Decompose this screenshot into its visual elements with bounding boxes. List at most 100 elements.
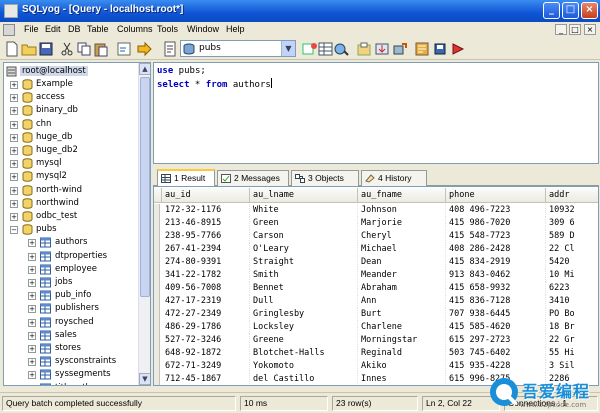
column-header-phone[interactable]: phone bbox=[446, 188, 546, 203]
expand-icon[interactable]: + bbox=[28, 265, 36, 274]
menu-edit[interactable]: Edit bbox=[45, 24, 61, 34]
grid-cell[interactable]: 22 Cl bbox=[546, 243, 598, 256]
grid-cell[interactable]: 486-29-1786 bbox=[162, 321, 250, 334]
column-header-au-lname[interactable]: au_lname bbox=[250, 188, 358, 203]
grid-cell[interactable]: 472-27-2349 bbox=[162, 308, 250, 321]
copy-icon[interactable] bbox=[76, 41, 92, 57]
grid-cell[interactable]: 409-56-7008 bbox=[162, 282, 250, 295]
expand-icon[interactable]: + bbox=[10, 186, 18, 195]
grid-cell[interactable]: 3410 bbox=[546, 295, 598, 308]
grid-cell[interactable]: Abraham bbox=[358, 282, 446, 295]
tab-messages[interactable]: 2 Messages bbox=[217, 170, 289, 186]
query-window-icon[interactable] bbox=[3, 24, 15, 36]
scroll-down-icon[interactable]: ▼ bbox=[139, 373, 150, 385]
grid-cell[interactable]: White bbox=[250, 204, 358, 217]
grid-cell[interactable]: 309 6 bbox=[546, 217, 598, 230]
paste-icon[interactable] bbox=[93, 41, 109, 57]
query-builder-icon[interactable] bbox=[162, 41, 178, 57]
grid-cell[interactable]: Meander bbox=[358, 269, 446, 282]
row-selector[interactable] bbox=[154, 243, 160, 256]
grid-cell[interactable]: Johnson bbox=[358, 204, 446, 217]
menu-help[interactable]: Help bbox=[226, 24, 245, 34]
grid-cell[interactable]: Green bbox=[250, 217, 358, 230]
tab-objects[interactable]: 3 Objects bbox=[291, 170, 359, 186]
expand-icon[interactable]: + bbox=[10, 213, 18, 221]
grid-cell[interactable]: 712-45-1867 bbox=[162, 373, 250, 385]
grid-cell[interactable]: 213-46-8915 bbox=[162, 217, 250, 230]
grid-cell[interactable]: 589 D bbox=[546, 230, 598, 243]
grid-cell[interactable]: 274-80-9391 bbox=[162, 256, 250, 269]
grid-cell[interactable]: 22 Gr bbox=[546, 334, 598, 347]
execute-all-icon[interactable] bbox=[136, 41, 152, 57]
column-header-au-fname[interactable]: au_fname bbox=[358, 188, 446, 203]
grid-cell[interactable]: Marjorie bbox=[358, 217, 446, 230]
grid-cell[interactable]: 18 Br bbox=[546, 321, 598, 334]
grid-cell[interactable]: Carson bbox=[250, 230, 358, 243]
row-selector[interactable] bbox=[154, 282, 160, 295]
tab-result[interactable]: 1 Result bbox=[157, 169, 215, 187]
schema-sync-icon[interactable] bbox=[334, 41, 350, 57]
grid-cell[interactable]: Yokomoto bbox=[250, 360, 358, 373]
close-button[interactable]: × bbox=[581, 2, 598, 19]
menu-file[interactable]: File bbox=[24, 24, 39, 34]
table-data-icon[interactable] bbox=[318, 41, 334, 57]
grid-cell[interactable]: 55 Hi bbox=[546, 347, 598, 360]
grid-cell[interactable]: Straight bbox=[250, 256, 358, 269]
expand-icon[interactable]: + bbox=[28, 292, 36, 301]
expand-icon[interactable]: + bbox=[28, 305, 36, 314]
grid-cell[interactable]: 503 745-6402 bbox=[446, 347, 546, 360]
expand-icon[interactable]: + bbox=[10, 107, 18, 116]
expand-icon[interactable]: + bbox=[28, 318, 36, 327]
result-grid[interactable]: au_id au_lname au_fname phone addr 172-32-117… bbox=[153, 186, 599, 386]
expand-icon[interactable]: + bbox=[28, 358, 36, 367]
grid-cell[interactable]: Cheryl bbox=[358, 230, 446, 243]
execute-query-icon[interactable] bbox=[116, 41, 132, 57]
grid-cell[interactable]: 408 286-2428 bbox=[446, 243, 546, 256]
grid-cell[interactable]: 415 834-2919 bbox=[446, 256, 546, 269]
mdi-minimize-button[interactable]: _ bbox=[555, 24, 567, 35]
grid-cell[interactable]: 427-17-2319 bbox=[162, 295, 250, 308]
expand-icon[interactable]: + bbox=[28, 384, 36, 385]
grid-cell[interactable]: Smith bbox=[250, 269, 358, 282]
open-folder-icon[interactable] bbox=[21, 41, 37, 57]
menu-table[interactable]: Table bbox=[87, 24, 109, 34]
tree-scrollbar[interactable]: ▲ ▼ bbox=[138, 63, 150, 385]
grid-cell[interactable]: 527-72-3246 bbox=[162, 334, 250, 347]
grid-cell[interactable]: 415 585-4620 bbox=[446, 321, 546, 334]
grid-cell[interactable]: Gringlesby bbox=[250, 308, 358, 321]
chevron-down-icon[interactable]: ▼ bbox=[281, 41, 295, 56]
expand-icon[interactable]: + bbox=[28, 252, 36, 261]
save-icon[interactable] bbox=[38, 41, 54, 57]
grid-cell[interactable]: 672-71-3249 bbox=[162, 360, 250, 373]
grid-cell[interactable]: 415 836-7128 bbox=[446, 295, 546, 308]
grid-cell[interactable]: Blotchet-Halls bbox=[250, 347, 358, 360]
expand-icon[interactable]: + bbox=[28, 371, 36, 380]
sqlyog-app-icon[interactable] bbox=[4, 4, 18, 18]
expand-icon[interactable]: + bbox=[10, 81, 18, 89]
grid-cell[interactable]: O'Leary bbox=[250, 243, 358, 256]
expand-icon[interactable]: + bbox=[28, 345, 36, 353]
grid-cell[interactable]: 408 496-7223 bbox=[446, 204, 546, 217]
minimize-button[interactable]: _ bbox=[543, 2, 560, 19]
grid-cell[interactable]: 267-41-2394 bbox=[162, 243, 250, 256]
row-selector[interactable] bbox=[154, 204, 160, 217]
expand-icon[interactable]: + bbox=[28, 279, 36, 287]
expand-icon[interactable]: + bbox=[10, 94, 18, 103]
grid-cell[interactable]: 6223 bbox=[546, 282, 598, 295]
new-file-icon[interactable] bbox=[4, 41, 20, 57]
grid-cell[interactable]: Bennet bbox=[250, 282, 358, 295]
migration-icon[interactable] bbox=[392, 41, 408, 57]
query-editor[interactable]: use pubs; select * from authors bbox=[153, 62, 599, 164]
expand-icon[interactable]: + bbox=[10, 133, 18, 142]
grid-cell[interactable]: Ann bbox=[358, 295, 446, 308]
grid-cell[interactable]: del Castillo bbox=[250, 373, 358, 385]
expand-icon[interactable]: + bbox=[10, 160, 18, 169]
row-selector[interactable] bbox=[154, 217, 160, 230]
expand-icon[interactable]: + bbox=[10, 120, 18, 129]
row-selector[interactable] bbox=[154, 256, 160, 269]
grid-cell[interactable]: 615 297-2723 bbox=[446, 334, 546, 347]
title-bar[interactable]: SQLyog - [Query - localhost.root*] _ □ × bbox=[0, 0, 600, 22]
column-header-addr[interactable]: addr bbox=[546, 188, 598, 203]
menu-tools[interactable]: Tools bbox=[157, 24, 178, 34]
row-selector[interactable] bbox=[154, 295, 160, 308]
